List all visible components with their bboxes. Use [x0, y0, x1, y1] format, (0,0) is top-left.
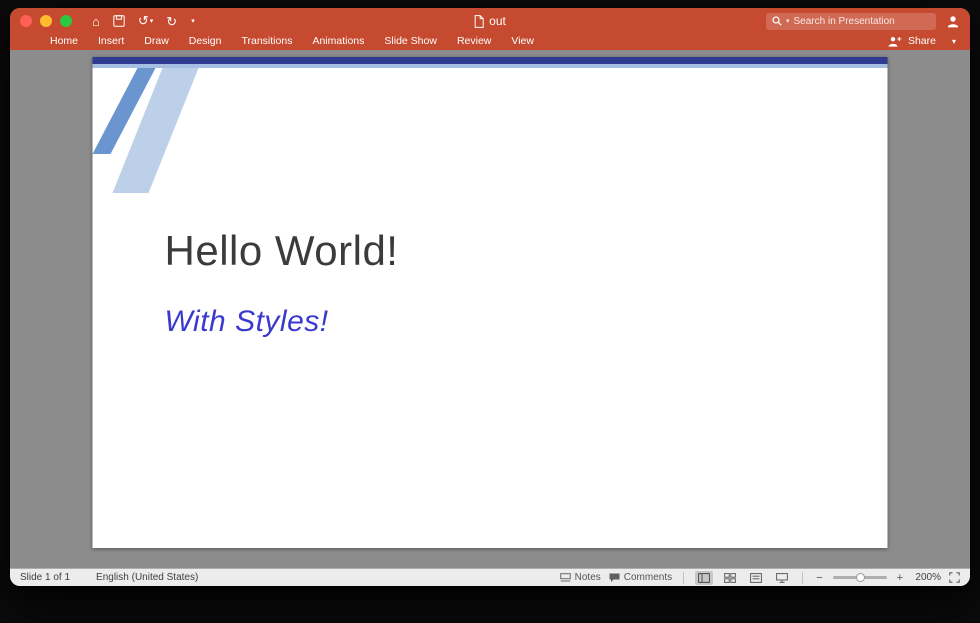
tab-slide-show[interactable]: Slide Show	[374, 35, 447, 47]
tab-view[interactable]: View	[501, 35, 544, 47]
redo-icon[interactable]: ↻	[166, 15, 177, 28]
theme-diagonal-stripes-decoration	[92, 68, 199, 193]
undo-button[interactable]: ↺▾	[138, 12, 153, 30]
slide-canvas[interactable]: Hello World! With Styles!	[10, 50, 970, 568]
status-right: Notes Comments − + 200%	[559, 570, 960, 585]
zoom-slider-thumb[interactable]	[855, 572, 865, 582]
search-box[interactable]: ▾	[766, 12, 936, 30]
search-input[interactable]	[793, 15, 930, 27]
fit-to-window-icon[interactable]	[949, 572, 960, 583]
notes-label: Notes	[574, 572, 601, 583]
tab-animations[interactable]: Animations	[302, 35, 374, 47]
minimize-button[interactable]	[40, 15, 52, 27]
tab-review[interactable]: Review	[447, 35, 501, 47]
status-divider	[683, 571, 685, 584]
document-title: out	[489, 14, 506, 28]
comments-label: Comments	[623, 572, 673, 583]
share-button[interactable]: Share	[908, 35, 936, 47]
traffic-lights	[20, 15, 72, 27]
slide-indicator: Slide 1 of 1	[20, 572, 71, 583]
slide[interactable]: Hello World! With Styles!	[92, 57, 888, 548]
tab-transitions[interactable]: Transitions	[231, 35, 302, 47]
powerpoint-window: ⌂ ↺▾ ↻ ▾ out ▾ Search in Presentation Ho…	[10, 8, 970, 586]
theme-top-bar-dark	[92, 57, 888, 64]
search-icon	[772, 16, 782, 26]
normal-view-icon	[698, 572, 711, 583]
view-slide-sorter-button[interactable]	[721, 571, 739, 585]
undo-icon: ↺	[137, 13, 149, 28]
zoom-in-button[interactable]: +	[895, 572, 905, 584]
tab-insert[interactable]: Insert	[88, 35, 134, 47]
quick-access-toolbar: ⌂ ↺▾ ↻ ▾	[92, 12, 195, 30]
view-reading-button[interactable]	[747, 571, 765, 585]
undo-dropdown-icon[interactable]: ▾	[150, 18, 154, 25]
zoom-slider[interactable]	[832, 572, 887, 582]
notes-icon	[559, 572, 571, 581]
slideshow-icon	[776, 572, 789, 583]
home-icon[interactable]: ⌂	[92, 15, 100, 28]
slide-subtitle-textbox[interactable]: With Styles!	[165, 305, 329, 339]
customize-toolbar-icon[interactable]: ▾	[191, 18, 195, 25]
tab-design[interactable]: Design	[179, 35, 232, 47]
status-divider	[802, 571, 804, 584]
slide-title-textbox[interactable]: Hello World!	[165, 227, 399, 275]
tab-home[interactable]: Home	[40, 35, 88, 47]
document-title-group: out	[474, 8, 506, 34]
comments-button[interactable]: Comments	[609, 572, 672, 583]
zoom-out-button[interactable]: −	[814, 572, 824, 584]
search-scope-dropdown-icon[interactable]: ▾	[786, 17, 790, 25]
tab-draw[interactable]: Draw	[134, 35, 179, 47]
share-person-add-icon	[888, 36, 902, 47]
ribbon-collapse-icon[interactable]: ▾	[952, 37, 956, 46]
view-slideshow-button[interactable]	[773, 571, 791, 585]
titlebar: ⌂ ↺▾ ↻ ▾ out ▾	[10, 8, 970, 34]
close-button[interactable]	[20, 15, 32, 27]
status-left: Slide 1 of 1 English (United States)	[20, 572, 198, 583]
ribbon-tab-bar: Home Insert Draw Design Transitions Anim…	[10, 34, 970, 50]
fullscreen-button[interactable]	[60, 15, 72, 27]
notes-button[interactable]: Notes	[559, 572, 601, 583]
share-group: Share ▾	[887, 35, 956, 47]
slide-sorter-icon	[724, 572, 737, 583]
save-icon[interactable]	[113, 15, 125, 27]
comments-icon	[609, 573, 620, 582]
status-bar: Slide 1 of 1 English (United States) Not…	[10, 568, 970, 586]
account-icon[interactable]	[946, 15, 960, 28]
zoom-level[interactable]: 200%	[913, 572, 941, 583]
reading-view-icon	[750, 572, 763, 583]
view-normal-button[interactable]	[695, 570, 714, 585]
document-icon	[474, 14, 484, 28]
language-selector[interactable]: English (United States)	[96, 572, 198, 583]
titlebar-right: ▾	[766, 12, 960, 30]
